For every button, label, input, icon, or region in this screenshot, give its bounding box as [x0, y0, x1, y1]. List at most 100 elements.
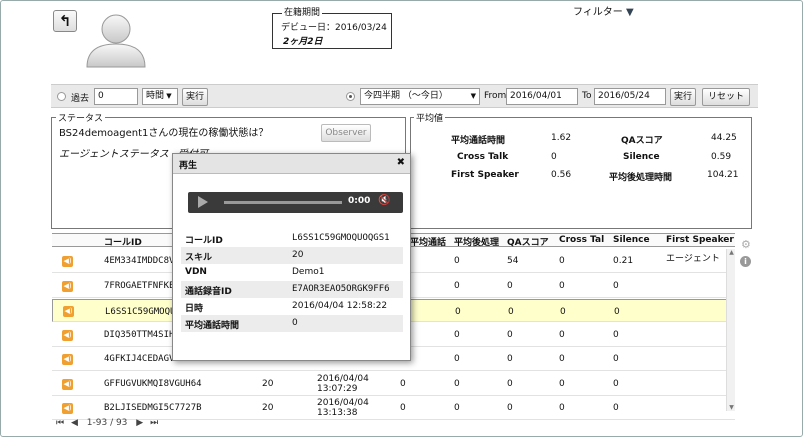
avg-label-4: First Speaker — [451, 170, 519, 180]
col-call-id[interactable]: コールID — [104, 235, 142, 248]
detail-row: 通話録音ID E7AOR3EAO5ORGK9FF6 — [181, 281, 403, 298]
table-scrollbar[interactable]: ▲ ▼ — [726, 249, 735, 411]
info-icon[interactable]: i — [740, 256, 751, 267]
cell-c3: 0 — [507, 378, 513, 389]
detail-row: スキル 20 — [181, 247, 403, 264]
detail-label: コールID — [185, 236, 223, 246]
page-range: 1-93 / 93 — [86, 418, 128, 428]
gear-icon[interactable]: ⚙ — [741, 238, 751, 251]
next-page-icon[interactable]: ▶ — [136, 418, 143, 428]
detail-label: スキル — [185, 253, 213, 263]
avg-label-1: QAスコア — [621, 136, 663, 146]
avg-label-2: Cross Talk — [457, 152, 509, 162]
pagination: ⏮ ◀ 1-93 / 93 ▶ ⏭ — [56, 418, 158, 428]
avg-label-5: 平均後処理時間 — [609, 173, 673, 183]
detail-label: 日時 — [185, 304, 204, 314]
cell-c5: 0 — [613, 354, 619, 364]
col-silence[interactable]: Silence — [613, 235, 650, 245]
cell-c5: 0 — [613, 403, 619, 413]
period-radio[interactable] — [346, 92, 355, 101]
detail-label: 平均通話時間 — [185, 321, 240, 331]
table-row[interactable]: ◀) GFFUGVUKMQI8VGUH64 20 2016/04/04 13:07:29… — [52, 373, 735, 396]
scroll-up-icon[interactable]: ▲ — [727, 249, 736, 256]
detail-row: 平均通話時間 0 — [181, 315, 403, 332]
cell-c3: 0 — [508, 307, 514, 317]
cell-date: 2016/04/04 — [317, 398, 369, 408]
table-row[interactable]: ◀) B2LJISEDMGI5C7727B 20 2016/04/04 13:13:38… — [52, 397, 735, 420]
cell-c3: 0 — [507, 280, 513, 291]
first-page-icon[interactable]: ⏮ — [56, 418, 64, 428]
cell-c2: 0 — [454, 329, 460, 340]
period-select[interactable]: 今四半期 （〜今日） ▼ — [360, 88, 480, 105]
avg-value-1: 44.25 — [711, 133, 737, 143]
avg-value-4: 0.56 — [551, 170, 572, 180]
play-recording-icon[interactable]: ◀) — [62, 280, 73, 292]
play-recording-icon[interactable]: ◀) — [62, 256, 73, 267]
seek-bar[interactable] — [224, 201, 342, 204]
from-date-input[interactable]: 2016/04/01 — [506, 88, 578, 105]
cell-c4: 0 — [559, 329, 565, 340]
prev-page-icon[interactable]: ◀ — [71, 418, 78, 428]
unit-select[interactable]: 時間 ▼ — [142, 88, 178, 105]
filter-label: フィルター — [573, 7, 623, 18]
detail-row: VDN Demo1 — [181, 264, 403, 281]
detail-label: VDN — [185, 267, 207, 277]
col-avg-talk[interactable]: 平均通話 — [410, 235, 446, 248]
detail-value: 20 — [292, 250, 304, 260]
cell-c1: 0 — [400, 403, 406, 413]
play-recording-icon[interactable]: ◀) — [62, 354, 73, 365]
cell-c3: 54 — [507, 256, 519, 266]
avatar — [86, 14, 146, 68]
close-icon[interactable]: ✖ — [397, 157, 405, 168]
cell-c5: 0 — [613, 329, 619, 340]
observer-button[interactable]: Observer — [321, 124, 371, 142]
status-legend: ステータス — [56, 111, 106, 124]
cell-c4: 0 — [559, 280, 565, 291]
play-recording-icon[interactable]: ◀) — [62, 329, 73, 341]
audio-player: 0:00 🔇 — [188, 192, 403, 213]
play-icon[interactable] — [198, 196, 208, 208]
reset-button[interactable]: リセット — [702, 88, 750, 106]
run-button-2[interactable]: 実行 — [670, 88, 696, 106]
status-question: BS24demoagent1さんの現在の稼働状態は？ — [59, 128, 269, 139]
col-first-speaker[interactable]: First Speaker — [666, 235, 734, 245]
avg-value-5: 104.21 — [707, 170, 739, 180]
cell-date: 2016/04/04 — [317, 373, 369, 384]
to-date-input[interactable]: 2016/05/24 — [594, 88, 666, 105]
filter-toggle[interactable]: フィルター ▼ — [573, 3, 634, 18]
last-page-icon[interactable]: ⏭ — [150, 418, 158, 428]
avg-value-0: 1.62 — [551, 133, 572, 143]
play-recording-icon[interactable]: ◀) — [63, 306, 74, 317]
cell-time: 13:13:38 — [317, 408, 358, 418]
scroll-down-icon[interactable]: ▼ — [727, 404, 736, 411]
play-recording-icon[interactable]: ◀) — [62, 403, 73, 414]
back-button[interactable]: ↰ — [53, 10, 77, 32]
col-qa-score[interactable]: QAスコア — [507, 235, 549, 248]
chevron-down-icon: ▼ — [164, 92, 172, 100]
tenure-value: 2ヶ月2日 — [283, 37, 323, 47]
cell-c2: 0 — [455, 307, 461, 317]
detail-row: 日時 2016/04/04 12:58:22 — [181, 298, 403, 315]
cell-id: B2LJISEDMGI5C7727B — [104, 403, 202, 413]
averages-legend: 平均値 — [414, 111, 446, 124]
cell-c4: 0 — [560, 307, 566, 317]
cell-c5: 0.21 — [613, 256, 634, 266]
cell-c3: 0 — [507, 354, 513, 364]
back-arrow-icon: ↰ — [58, 12, 72, 30]
tenure-legend: 在籍期間 — [282, 5, 323, 18]
mute-icon[interactable]: 🔇 — [378, 195, 390, 206]
dialog-title: 再生 — [179, 161, 198, 171]
col-cross-talk[interactable]: Cross Tal — [559, 235, 604, 245]
cell-time: 13:07:29 — [317, 383, 358, 394]
filter-toolbar: 過去 0 時間 ▼ 実行 今四半期 （〜今日） ▼ From 2016/04/01… — [51, 84, 758, 108]
avg-value-3: 0.59 — [711, 152, 732, 162]
cell-c5: 0 — [613, 280, 619, 291]
detail-row: コールID L6SS1C59GMOQUOQGS1 — [181, 230, 403, 247]
col-avg-acw[interactable]: 平均後処理 — [454, 235, 499, 248]
playback-dialog: 再生 ✖ 0:00 🔇 コールID L6SS1C59GMOQUOQGS1 スキル 20… — [172, 153, 411, 361]
past-value-input[interactable]: 0 — [94, 88, 138, 105]
past-radio[interactable] — [57, 92, 66, 101]
run-button-1[interactable]: 実行 — [182, 88, 208, 106]
to-label: To — [582, 91, 592, 101]
play-recording-icon[interactable]: ◀) — [62, 378, 73, 390]
